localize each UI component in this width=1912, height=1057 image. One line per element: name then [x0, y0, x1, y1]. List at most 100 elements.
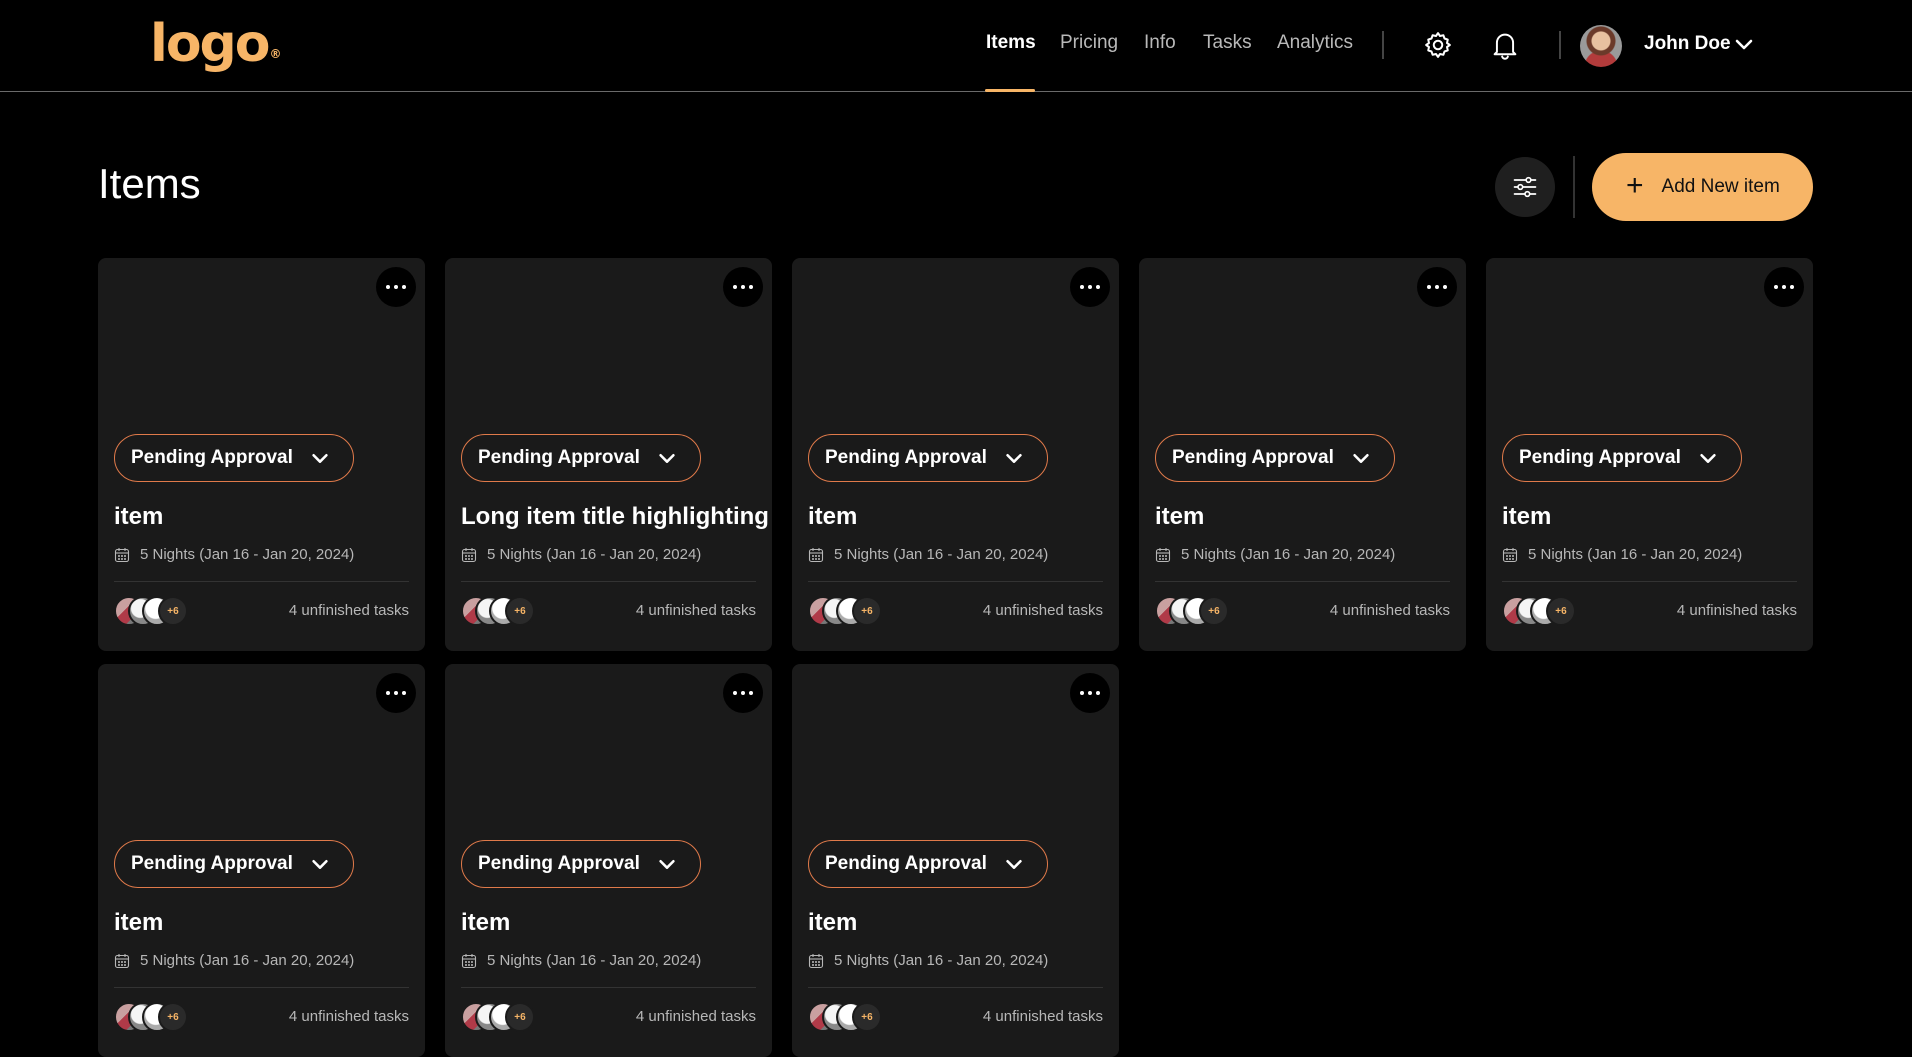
item-title[interactable]: item [461, 909, 510, 937]
calendar-icon [1502, 547, 1518, 562]
item-dates: 5 Nights (Jan 16 - Jan 20, 2024) [114, 546, 354, 563]
unfinished-tasks-count: 4 unfinished tasks [1676, 602, 1797, 619]
item-title[interactable]: item [808, 503, 857, 531]
more-members-badge: +6 [158, 1002, 188, 1032]
more-members-badge: +6 [1199, 596, 1229, 626]
item-card[interactable]: Pending Approval item 5 Nights (Jan 16 -… [792, 664, 1119, 1057]
ellipsis-icon [1080, 691, 1100, 695]
more-options-button[interactable] [376, 267, 416, 307]
calendar-icon [461, 547, 477, 562]
sliders-icon [1513, 176, 1537, 198]
item-title[interactable]: item [1502, 503, 1551, 531]
status-dropdown[interactable]: Pending Approval [461, 840, 701, 888]
status-dropdown[interactable]: Pending Approval [1502, 434, 1742, 482]
more-options-button[interactable] [723, 267, 763, 307]
item-date-text: 5 Nights (Jan 16 - Jan 20, 2024) [140, 952, 355, 969]
more-members-badge: +6 [158, 596, 188, 626]
card-divider [808, 581, 1103, 582]
more-options-button[interactable] [1070, 673, 1110, 713]
status-label: Pending Approval [478, 853, 640, 874]
card-divider [808, 987, 1103, 988]
ellipsis-icon [1427, 285, 1447, 289]
calendar-icon [808, 547, 824, 562]
chevron-down-icon [1700, 453, 1716, 463]
unfinished-tasks-count: 4 unfinished tasks [635, 602, 756, 619]
logo-text: logo [150, 14, 270, 74]
item-date-text: 5 Nights (Jan 16 - Jan 20, 2024) [834, 952, 1049, 969]
calendar-icon [114, 547, 130, 562]
status-dropdown[interactable]: Pending Approval [1155, 434, 1395, 482]
nav-divider [1382, 31, 1384, 59]
unfinished-tasks-count: 4 unfinished tasks [982, 1008, 1103, 1025]
filter-button[interactable] [1495, 157, 1555, 217]
item-title[interactable]: item [114, 503, 163, 531]
item-card[interactable]: Pending Approval item 5 Nights (Jan 16 -… [1139, 258, 1466, 651]
item-date-text: 5 Nights (Jan 16 - Jan 20, 2024) [1181, 546, 1396, 563]
status-dropdown[interactable]: Pending Approval [114, 434, 354, 482]
item-card[interactable]: Pending Approval item 5 Nights (Jan 16 -… [445, 664, 772, 1057]
page-title: Items [98, 160, 201, 207]
item-title[interactable]: item [808, 909, 857, 937]
status-dropdown[interactable]: Pending Approval [808, 840, 1048, 888]
status-label: Pending Approval [825, 447, 987, 468]
unfinished-tasks-count: 4 unfinished tasks [1329, 602, 1450, 619]
item-card[interactable]: Pending Approval item 5 Nights (Jan 16 -… [98, 258, 425, 651]
more-members-badge: +6 [852, 596, 882, 626]
unfinished-tasks-count: 4 unfinished tasks [288, 1008, 409, 1025]
item-dates: 5 Nights (Jan 16 - Jan 20, 2024) [461, 952, 701, 969]
add-new-item-label: Add New item [1661, 176, 1780, 197]
nav-item-items[interactable]: Items [986, 32, 1036, 54]
user-name[interactable]: John Doe [1644, 33, 1731, 55]
more-members-badge: +6 [1546, 596, 1576, 626]
more-options-button[interactable] [723, 673, 763, 713]
item-date-text: 5 Nights (Jan 16 - Jan 20, 2024) [140, 546, 355, 563]
settings-icon[interactable] [1420, 27, 1456, 63]
calendar-icon [808, 953, 824, 968]
more-options-button[interactable] [1417, 267, 1457, 307]
chevron-down-icon[interactable] [1732, 32, 1756, 56]
item-dates: 5 Nights (Jan 16 - Jan 20, 2024) [1502, 546, 1742, 563]
item-date-text: 5 Nights (Jan 16 - Jan 20, 2024) [487, 952, 702, 969]
item-card[interactable]: Pending Approval item 5 Nights (Jan 16 -… [98, 664, 425, 1057]
status-label: Pending Approval [131, 853, 293, 874]
status-label: Pending Approval [478, 447, 640, 468]
item-card[interactable]: Pending Approval Long item title highlig… [445, 258, 772, 651]
more-options-button[interactable] [376, 673, 416, 713]
ellipsis-icon [386, 285, 406, 289]
more-options-button[interactable] [1070, 267, 1110, 307]
ellipsis-icon [1080, 285, 1100, 289]
status-dropdown[interactable]: Pending Approval [114, 840, 354, 888]
nav-item-tasks[interactable]: Tasks [1203, 32, 1252, 54]
item-title[interactable]: Long item title highlighting [461, 503, 769, 531]
card-divider [1155, 581, 1450, 582]
item-dates: 5 Nights (Jan 16 - Jan 20, 2024) [1155, 546, 1395, 563]
item-dates: 5 Nights (Jan 16 - Jan 20, 2024) [808, 952, 1048, 969]
item-card[interactable]: Pending Approval item 5 Nights (Jan 16 -… [1486, 258, 1813, 651]
more-members-badge: +6 [852, 1002, 882, 1032]
nav-item-analytics[interactable]: Analytics [1277, 32, 1353, 54]
chevron-down-icon [1006, 453, 1022, 463]
top-navigation-bar: logo® Items Pricing Info Tasks Analytics… [0, 0, 1912, 92]
chevron-down-icon [659, 453, 675, 463]
add-new-item-button[interactable]: + Add New item [1592, 153, 1813, 221]
card-divider [461, 987, 756, 988]
nav-item-info[interactable]: Info [1144, 32, 1176, 54]
item-card[interactable]: Pending Approval item 5 Nights (Jan 16 -… [792, 258, 1119, 651]
unfinished-tasks-count: 4 unfinished tasks [982, 602, 1103, 619]
chevron-down-icon [312, 453, 328, 463]
user-avatar[interactable] [1580, 25, 1622, 67]
more-members-badge: +6 [505, 596, 535, 626]
ellipsis-icon [1774, 285, 1794, 289]
item-title[interactable]: item [1155, 503, 1204, 531]
item-title[interactable]: item [114, 909, 163, 937]
card-divider [114, 987, 409, 988]
status-dropdown[interactable]: Pending Approval [461, 434, 701, 482]
calendar-icon [461, 953, 477, 968]
chevron-down-icon [1353, 453, 1369, 463]
bell-icon[interactable] [1487, 27, 1523, 63]
logo[interactable]: logo® [150, 14, 282, 74]
nav-item-pricing[interactable]: Pricing [1060, 32, 1118, 54]
more-options-button[interactable] [1764, 267, 1804, 307]
status-dropdown[interactable]: Pending Approval [808, 434, 1048, 482]
unfinished-tasks-count: 4 unfinished tasks [288, 602, 409, 619]
